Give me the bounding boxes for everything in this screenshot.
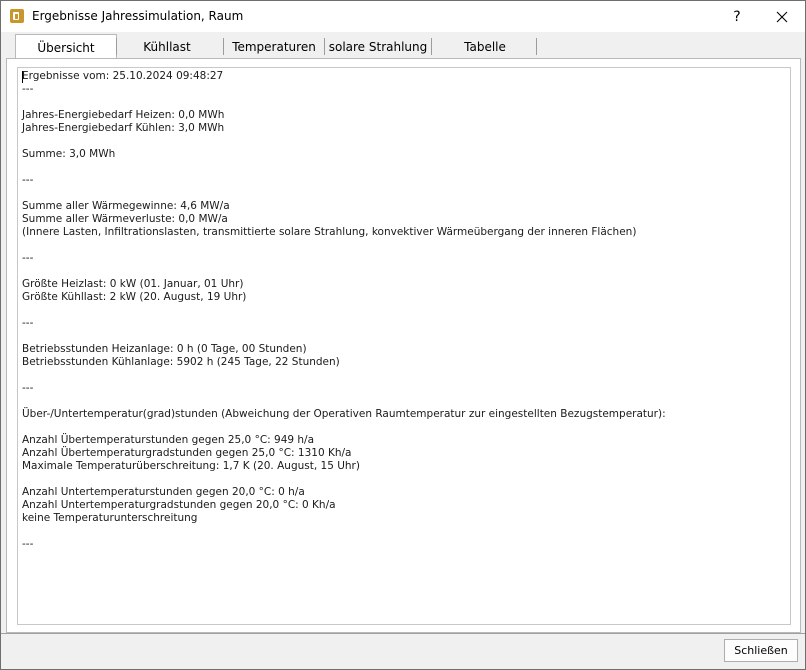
result-line <box>22 304 666 317</box>
result-line: Maximale Temperaturüberschreitung: 1,7 K… <box>22 460 360 472</box>
tab-separator <box>536 38 537 55</box>
tab-label: Übersicht <box>37 40 95 55</box>
result-line: Summe aller Wärmegewinne: 4,6 MW/a <box>22 200 230 212</box>
result-line <box>22 135 666 148</box>
result-line <box>22 525 666 538</box>
tab-label: Kühllast <box>143 39 191 54</box>
close-icon <box>776 11 788 22</box>
result-line: Größte Heizlast: 0 kW (01. Januar, 01 Uh… <box>22 278 244 290</box>
result-line: --- <box>22 538 34 550</box>
close-window-button[interactable] <box>760 1 804 32</box>
result-line: Ergebnisse vom: 25.10.2024 09:48:27 <box>22 70 224 82</box>
result-line: Anzahl Untertemperaturgradstunden gegen … <box>22 499 336 511</box>
result-line <box>22 330 666 343</box>
result-line <box>22 473 666 486</box>
results-textbox[interactable]: Ergebnisse vom: 25.10.2024 09:48:27 --- Ja… <box>17 67 791 625</box>
app-icon <box>10 9 24 23</box>
tab-label: solare Strahlung <box>328 39 428 54</box>
results-dialog: Ergebnisse Jahressimulation, Raum ? Über… <box>0 0 806 670</box>
result-line: Betriebsstunden Heizanlage: 0 h (0 Tage,… <box>22 343 307 355</box>
window-title: Ergebnisse Jahressimulation, Raum <box>32 9 244 23</box>
result-line <box>22 239 666 252</box>
tab-strip: Übersicht Kühllast Temperaturen solare S… <box>1 32 805 61</box>
result-line: (Innere Lasten, Infiltrationslasten, tra… <box>22 226 637 238</box>
result-line: Jahres-Energiebedarf Kühlen: 3,0 MWh <box>22 122 225 134</box>
result-line: --- <box>22 83 34 95</box>
tab-kuehllast[interactable]: Kühllast <box>117 36 217 57</box>
tab-uebersicht[interactable]: Übersicht <box>15 34 117 60</box>
result-line: Anzahl Übertemperaturstunden gegen 25,0 … <box>22 434 315 446</box>
result-line: --- <box>22 317 34 329</box>
result-line: Größte Kühllast: 2 kW (20. August, 19 Uh… <box>22 291 247 303</box>
result-line: Anzahl Untertemperaturstunden gegen 20,0… <box>22 486 305 498</box>
close-button[interactable]: Schließen <box>724 639 798 662</box>
help-label: ? <box>733 8 741 25</box>
tab-label: Tabelle <box>464 39 506 54</box>
result-line: --- <box>22 252 34 264</box>
result-line: --- <box>22 174 34 186</box>
result-line: Über-/Untertemperatur(grad)stunden (Abwe… <box>22 408 666 420</box>
result-line <box>22 96 666 109</box>
result-line: Jahres-Energiebedarf Heizen: 0,0 MWh <box>22 109 225 121</box>
result-line: keine Temperaturunterschreitung <box>22 512 198 524</box>
result-line: --- <box>22 382 34 394</box>
result-line <box>22 421 666 434</box>
help-button[interactable]: ? <box>715 1 759 32</box>
footer-divider <box>1 633 805 634</box>
tab-solare-strahlung[interactable]: solare Strahlung <box>325 36 431 57</box>
result-line <box>22 187 666 200</box>
tab-panel-uebersicht: Ergebnisse vom: 25.10.2024 09:48:27 --- Ja… <box>6 58 801 633</box>
tab-temperaturen[interactable]: Temperaturen <box>224 36 324 57</box>
result-line <box>22 265 666 278</box>
result-line <box>22 369 666 382</box>
result-line <box>22 161 666 174</box>
result-line: Betriebsstunden Kühlanlage: 5902 h (245 … <box>22 356 340 368</box>
tab-label: Temperaturen <box>232 39 316 54</box>
results-text: Ergebnisse vom: 25.10.2024 09:48:27 --- Ja… <box>22 70 666 551</box>
result-line: Anzahl Übertemperaturgradstunden gegen 2… <box>22 447 352 459</box>
result-line: Summe aller Wärmeverluste: 0,0 MW/a <box>22 213 228 225</box>
result-line: Summe: 3,0 MWh <box>22 148 116 160</box>
result-line <box>22 395 666 408</box>
title-bar[interactable]: Ergebnisse Jahressimulation, Raum ? <box>1 1 805 32</box>
tab-tabelle[interactable]: Tabelle <box>432 36 538 57</box>
